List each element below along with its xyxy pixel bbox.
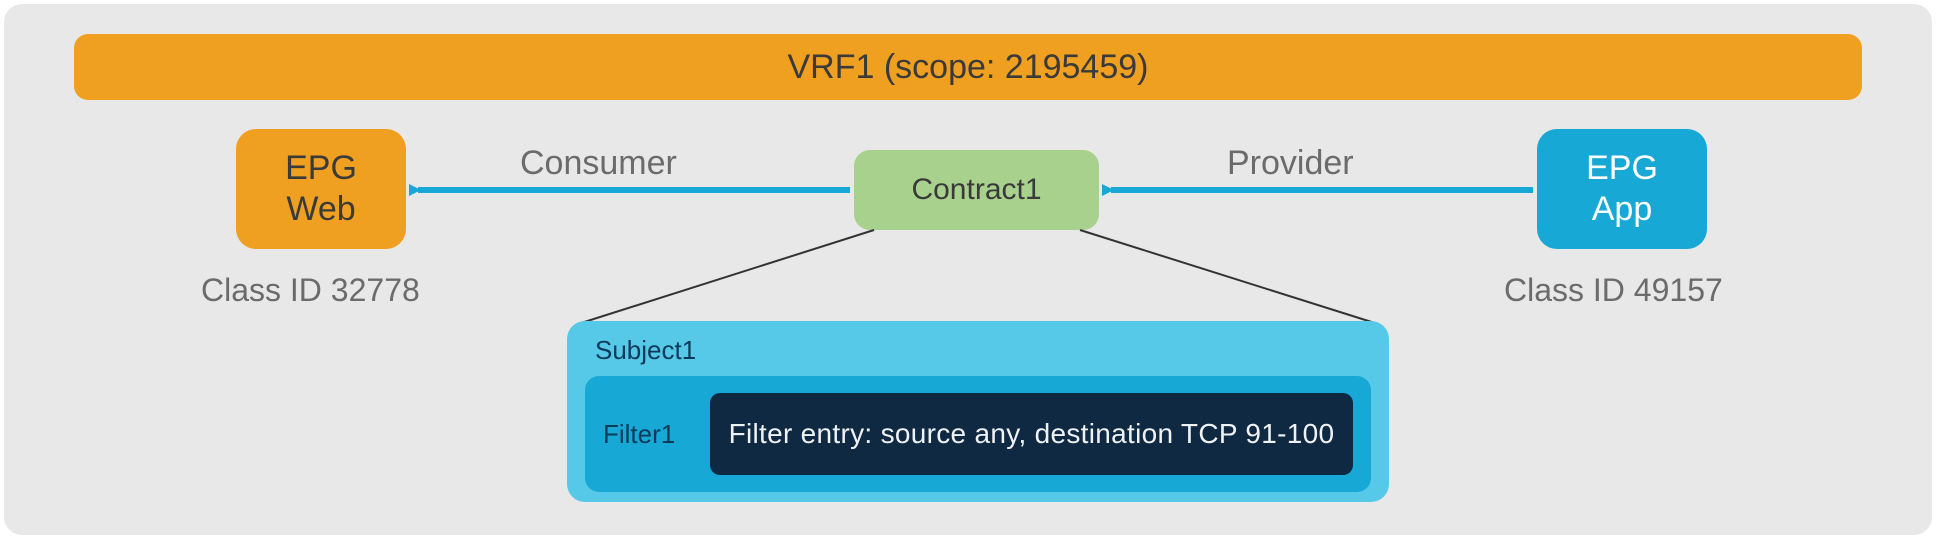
diagram-canvas: VRF1 (scope: 2195459) EPG Web Class ID 3… [4, 4, 1932, 535]
filter-label: Filter1 [603, 419, 688, 450]
epg-web-label: EPG Web [285, 148, 357, 230]
epg-web-box: EPG Web [236, 129, 406, 249]
epg-app-class-id: Class ID 49157 [1504, 272, 1723, 309]
subject-label: Subject1 [595, 335, 1371, 366]
consumer-label: Consumer [520, 144, 677, 183]
contract-to-subject-left [578, 230, 874, 324]
contract-label: Contract1 [911, 173, 1041, 207]
provider-label: Provider [1227, 144, 1354, 183]
epg-web-class-id: Class ID 32778 [201, 272, 420, 309]
epg-app-label: EPG App [1586, 148, 1658, 230]
vrf-scope-bar: VRF1 (scope: 2195459) [74, 34, 1862, 100]
contract-box: Contract1 [854, 150, 1099, 230]
filter-entry: Filter entry: source any, destination TC… [710, 393, 1353, 475]
subject-box: Subject1 Filter1 Filter entry: source an… [567, 321, 1389, 502]
filter-entry-text: Filter entry: source any, destination TC… [729, 418, 1335, 450]
epg-app-box: EPG App [1537, 129, 1707, 249]
filter-box: Filter1 Filter entry: source any, destin… [585, 376, 1371, 492]
vrf-label: VRF1 (scope: 2195459) [788, 48, 1149, 87]
contract-to-subject-right [1080, 230, 1378, 324]
